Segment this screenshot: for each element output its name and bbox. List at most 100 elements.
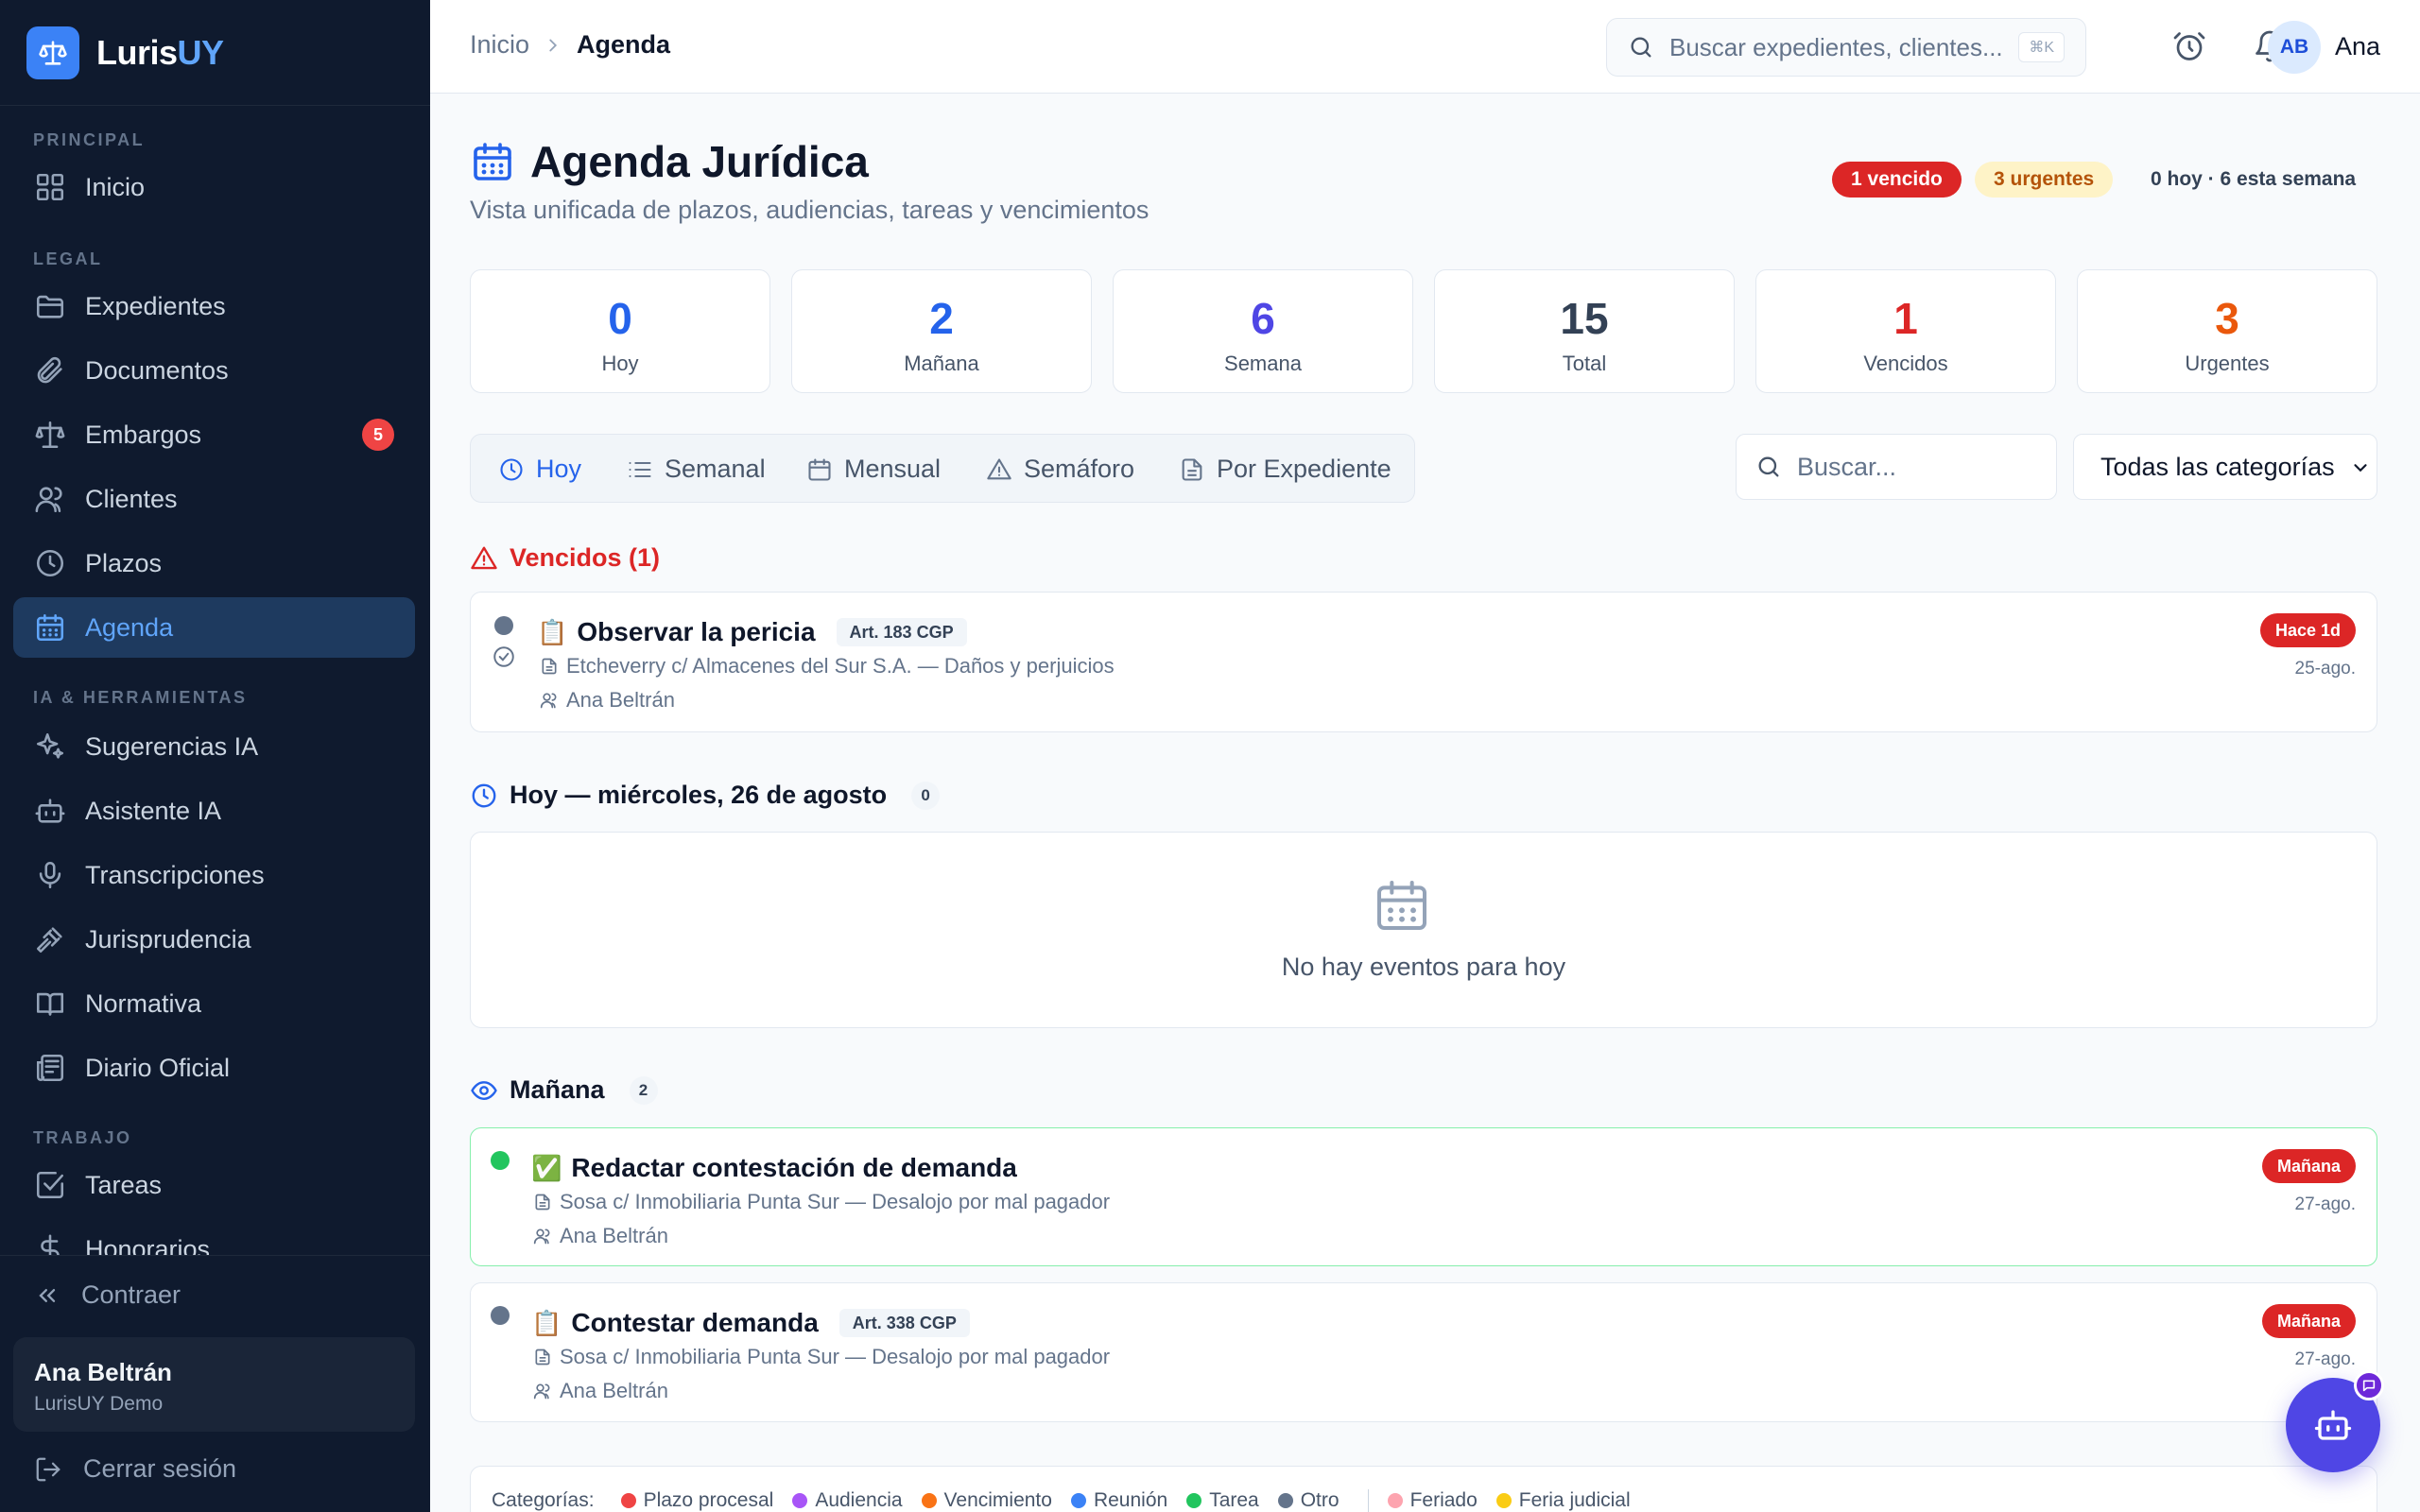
sidebar-item-tareas[interactable]: Tareas <box>13 1155 415 1215</box>
tab-semaforo[interactable]: Semáforo <box>973 442 1148 496</box>
legend-title: Categorías: <box>492 1489 595 1511</box>
sidebar-item-clientes[interactable]: Clientes <box>13 469 415 529</box>
stat-card-urgentes[interactable]: 3 Urgentes <box>2077 269 2377 393</box>
stat-value: 1 <box>1893 294 1918 343</box>
sidebar-item-jurisprudencia[interactable]: Jurisprudencia <box>13 909 415 970</box>
event-assignee: Ana Beltrán <box>540 688 675 713</box>
clock-icon <box>36 549 64 577</box>
sidebar-item-asistente-ia[interactable]: Asistente IA <box>13 781 415 841</box>
empty-state-text: No hay eventos para hoy <box>1281 953 1566 981</box>
tab-por-expediente[interactable]: Por Expediente <box>1166 442 1405 496</box>
category-dot <box>494 616 513 635</box>
stat-value: 0 <box>608 294 632 343</box>
avatar-user-name[interactable]: Ana <box>2335 32 2380 61</box>
legend-divider <box>1367 1489 1369 1512</box>
check-square-icon <box>36 1171 64 1199</box>
tab-label: Semanal <box>665 455 766 483</box>
sidebar-item-agenda[interactable]: Agenda <box>13 597 415 658</box>
event-case: Etcheverry c/ Almacenes del Sur S.A. — D… <box>540 654 1115 679</box>
tab-mensual[interactable]: Mensual <box>793 442 954 496</box>
stat-card-semana[interactable]: 6 Semana <box>1113 269 1413 393</box>
check-mark-icon: ✅ <box>531 1153 562 1182</box>
stat-label: Vencidos <box>1863 352 1948 375</box>
sidebar-item-normativa[interactable]: Normativa <box>13 973 415 1034</box>
user-card[interactable]: Ana Beltrán LurisUY Demo <box>13 1337 415 1432</box>
logout-icon <box>36 1457 60 1481</box>
brand[interactable]: LurisUY <box>0 0 430 106</box>
event-case-text: Sosa c/ Inmobiliaria Punta Sur — Desaloj… <box>560 1190 1111 1213</box>
collapse-label: Contraer <box>81 1280 182 1309</box>
legend-swatch <box>1186 1493 1202 1508</box>
global-search-input[interactable]: Buscar expedientes, clientes... ⌘K <box>1606 18 2086 77</box>
stat-card-total[interactable]: 15 Total <box>1434 269 1735 393</box>
alarm-clock-icon[interactable] <box>2172 29 2206 63</box>
sidebar-item-transcripciones[interactable]: Transcripciones <box>13 845 415 905</box>
legend-label: Reunión <box>1093 1489 1168 1511</box>
stat-card-hoy[interactable]: 0 Hoy <box>470 269 770 393</box>
category-select[interactable]: Todas las categorías <box>2073 434 2377 500</box>
event-card[interactable]: 📋 Observar la pericia Art. 183 CGP Etche… <box>470 592 2377 732</box>
due-badge: Mañana <box>2261 1304 2356 1338</box>
collapse-button[interactable]: Contraer <box>34 1280 181 1310</box>
page-title-text: Agenda Jurídica <box>530 137 869 186</box>
event-card[interactable]: ✅ Redactar contestación de demanda Sosa … <box>470 1127 2377 1266</box>
tab-label: Mensual <box>844 455 942 483</box>
section-title: Mañana <box>510 1075 605 1104</box>
stat-value: 15 <box>1560 294 1609 343</box>
legend-item: Feria judicial <box>1495 1489 1631 1512</box>
sidebar-item-inicio[interactable]: Inicio <box>13 157 415 217</box>
chevrons-left-icon <box>39 1288 56 1302</box>
tab-semanal[interactable]: Semanal <box>614 442 779 496</box>
users-icon <box>540 693 557 709</box>
event-assignee: Ana Beltrán <box>533 1224 668 1248</box>
breadcrumb-current: Agenda <box>577 30 671 59</box>
sidebar-item-documentos[interactable]: Documentos <box>13 340 415 401</box>
chat-bubble-icon[interactable] <box>2354 1370 2384 1400</box>
legend-item: Feriado <box>1387 1489 1478 1512</box>
tab-label: Semáforo <box>1024 455 1135 483</box>
tab-label: Por Expediente <box>1217 455 1392 483</box>
sidebar-item-label: Normativa <box>85 988 202 1018</box>
stat-value: 3 <box>2215 294 2239 343</box>
section-title-principal: PRINCIPAL <box>33 130 146 149</box>
paperclip-icon <box>37 356 62 384</box>
breadcrumb-home[interactable]: Inicio <box>470 30 529 60</box>
event-assignee-text: Ana Beltrán <box>560 1224 668 1247</box>
sidebar-item-expedientes[interactable]: Expedientes <box>13 276 415 336</box>
legend-item: Tarea <box>1186 1489 1259 1512</box>
logout-button[interactable]: Cerrar sesión <box>34 1454 236 1484</box>
sidebar: LurisUY PRINCIPAL Inicio LEGAL Expedient… <box>0 0 430 1512</box>
legend-swatch <box>1277 1493 1293 1508</box>
search-icon <box>1631 37 1651 58</box>
user-org: LurisUY Demo <box>34 1393 164 1415</box>
event-card[interactable]: 📋 Contestar demanda Art. 338 CGP Sosa c/… <box>470 1282 2377 1422</box>
newspaper-icon <box>36 1054 64 1082</box>
check-circle-icon[interactable] <box>492 644 516 669</box>
stat-card-manana[interactable]: 2 Mañana <box>791 269 1092 393</box>
gavel-icon <box>36 927 62 954</box>
category-dot <box>491 1151 510 1170</box>
legend-swatch <box>1495 1493 1512 1508</box>
avatar[interactable]: AB <box>2268 21 2321 74</box>
sidebar-footer: Contraer Ana Beltrán LurisUY Demo Cerrar… <box>0 1255 430 1512</box>
legend-label: Vencimiento <box>943 1489 1052 1511</box>
tab-hoy[interactable]: Hoy <box>485 442 595 496</box>
overdue-pill: 1 vencido <box>1832 162 1962 198</box>
main-content: Agenda Jurídica Vista unificada de plazo… <box>430 94 2420 1512</box>
section-title-trabajo: TRABAJO <box>33 1128 132 1147</box>
eye-icon <box>471 1080 497 1100</box>
sidebar-item-embargos[interactable]: Embargos 5 <box>13 404 415 465</box>
stat-card-vencidos[interactable]: 1 Vencidos <box>1755 269 2056 393</box>
legend-swatch <box>921 1493 937 1508</box>
agenda-search-input[interactable]: Buscar... <box>1736 434 2057 500</box>
sidebar-item-plazos[interactable]: Plazos <box>13 533 415 593</box>
sidebar-item-sugerencias-ia[interactable]: Sugerencias IA <box>13 716 415 777</box>
due-badge: Mañana <box>2261 1149 2356 1183</box>
sidebar-item-label: Agenda <box>85 612 174 642</box>
event-case-text: Sosa c/ Inmobiliaria Punta Sur — Desaloj… <box>560 1345 1111 1368</box>
embargos-count-badge: 5 <box>362 419 394 451</box>
category-select-value: Todas las categorías <box>2100 452 2335 481</box>
user-name: Ana Beltrán <box>34 1358 172 1386</box>
sidebar-item-honorarios[interactable]: Honorarios <box>13 1219 415 1255</box>
sidebar-item-diario-oficial[interactable]: Diario Oficial <box>13 1038 415 1098</box>
